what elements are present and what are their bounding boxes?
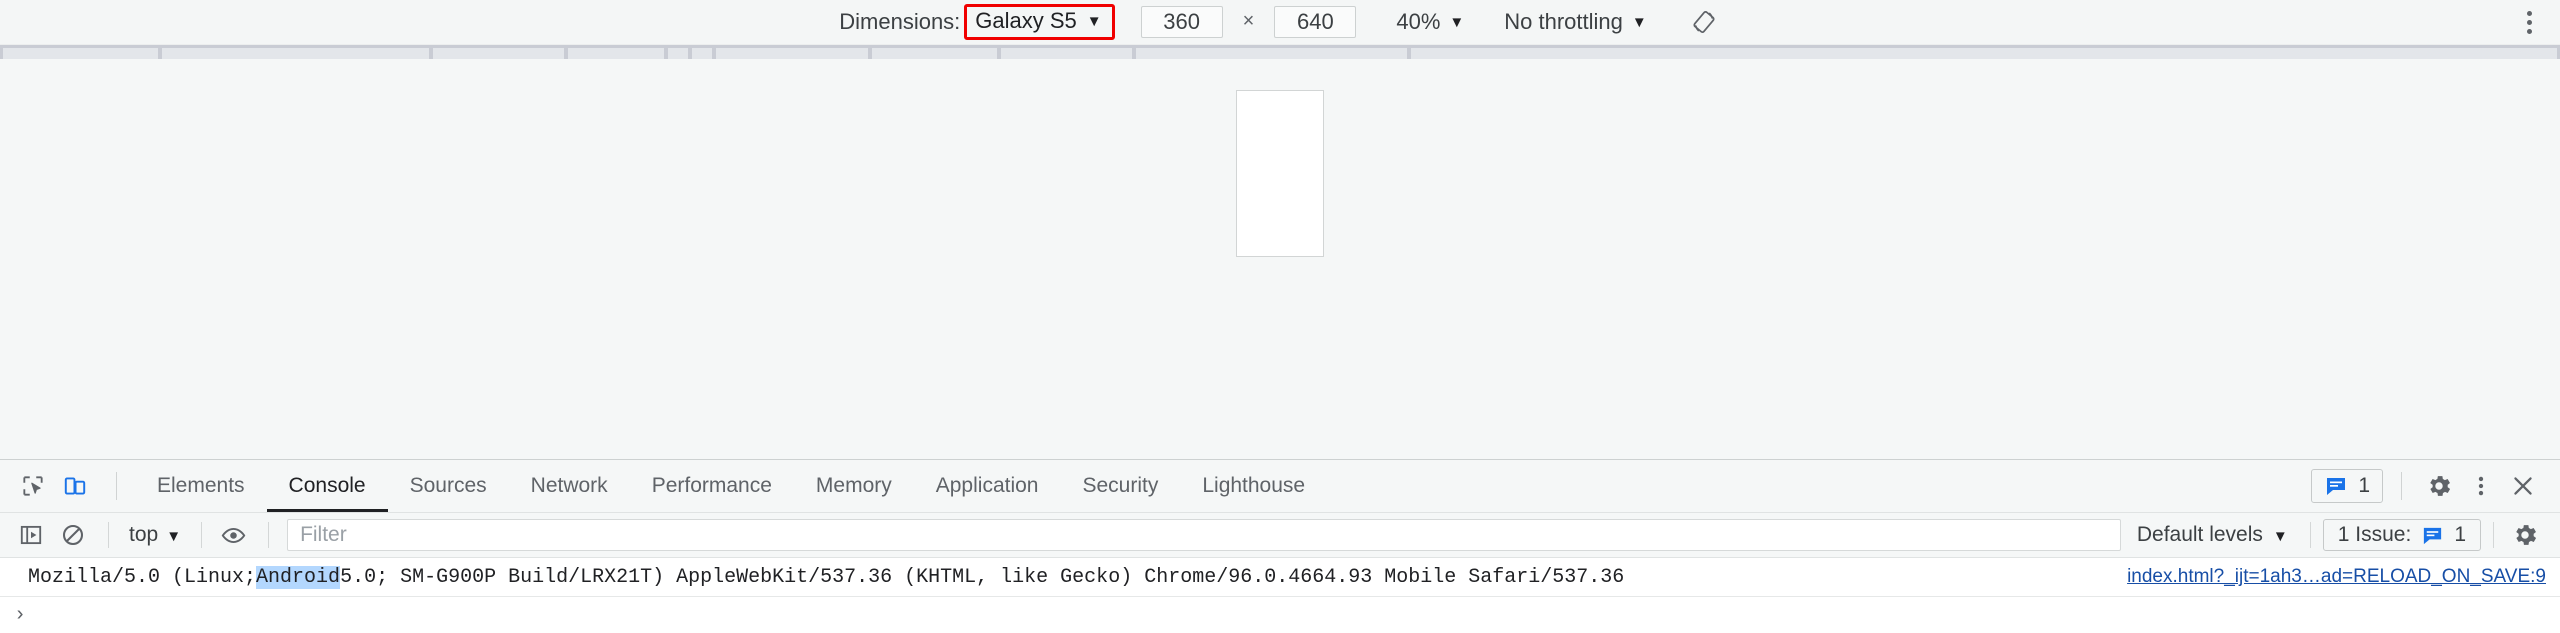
more-vertical-icon	[2526, 19, 2532, 25]
console-prompt[interactable]: ›	[0, 597, 2560, 633]
toggle-device-toolbar-icon[interactable]	[56, 467, 94, 505]
viewport-height-input[interactable]	[1274, 5, 1357, 38]
log-message-suffix: 5.0; SM-G900P Build/LRX21T) AppleWebKit/…	[340, 565, 1625, 589]
ruler-tick-segment	[1136, 48, 1407, 59]
toolbar-divider	[116, 472, 117, 500]
ruler-tick-segment	[716, 48, 868, 59]
inspect-element-icon[interactable]	[14, 467, 52, 505]
tab-label: Lighthouse	[1202, 474, 1306, 497]
devtools-panel: Elements Console Sources Network Perform…	[0, 459, 2560, 633]
close-icon[interactable]	[2504, 467, 2542, 505]
more-vertical-icon[interactable]	[2462, 467, 2500, 505]
log-message-prefix: Mozilla/5.0 (Linux;	[28, 565, 257, 589]
toolbar-divider	[108, 522, 109, 548]
issue-label: 1 Issue:	[2337, 523, 2412, 546]
dimensions-label: Dimensions:	[839, 8, 961, 34]
tab-application[interactable]: Application	[914, 460, 1061, 512]
prompt-caret-icon: ›	[14, 603, 27, 627]
tab-label: Sources	[409, 474, 487, 497]
tab-elements[interactable]: Elements	[135, 460, 267, 512]
gear-icon[interactable]	[2420, 467, 2458, 505]
console-filter-input[interactable]	[287, 519, 2121, 551]
chevron-down-icon: ▼	[166, 527, 182, 545]
tab-console[interactable]: Console	[267, 460, 388, 512]
live-expression-eye-icon[interactable]	[214, 516, 252, 554]
device-toolbar-controls: Dimensions: Galaxy S5 ▼ × 40% ▼ No throt…	[839, 4, 1721, 40]
tab-label: Memory	[815, 474, 892, 497]
tab-network[interactable]: Network	[509, 460, 630, 512]
chevron-down-icon: ▼	[2272, 527, 2288, 545]
tab-performance[interactable]: Performance	[630, 460, 794, 512]
clear-console-icon[interactable]	[54, 516, 92, 554]
devtools-window: Dimensions: Galaxy S5 ▼ × 40% ▼ No throt…	[0, 0, 2560, 633]
tab-lighthouse[interactable]: Lighthouse	[1180, 460, 1327, 512]
console-filter-toolbar: top ▼ Default levels ▼ 1 Issue:	[0, 513, 2560, 558]
issues-count: 1	[2358, 474, 2370, 497]
tab-label: Console	[288, 474, 366, 497]
log-levels-selector[interactable]: Default levels ▼	[2127, 523, 2298, 547]
toolbar-divider	[268, 522, 270, 548]
device-viewport-frame[interactable]	[1236, 90, 1324, 257]
network-throttling-selector[interactable]: No throttling ▼	[1504, 9, 1646, 35]
console-message-list: Mozilla/5.0 (Linux; Android 5.0; SM-G900…	[0, 558, 2560, 633]
toolbar-divider	[2401, 472, 2402, 500]
device-emulation-stage	[0, 59, 2560, 459]
ruler-tick-segment	[162, 48, 429, 59]
device-selector-value: Galaxy S5	[975, 8, 1077, 34]
more-vertical-icon	[2526, 28, 2532, 34]
issues-message-icon	[2324, 474, 2348, 498]
tab-label: Network	[530, 474, 608, 497]
ruler-tick-segment	[692, 48, 712, 59]
rotate-device-icon[interactable]	[1687, 5, 1721, 39]
ruler-tick-segment	[1411, 48, 2557, 59]
issues-counter-button[interactable]: 1 Issue: 1	[2322, 519, 2481, 551]
tab-memory[interactable]: Memory	[794, 460, 914, 512]
tab-label: Elements	[157, 474, 245, 497]
zoom-value: 40%	[1396, 8, 1441, 34]
toolbar-divider	[2493, 522, 2494, 548]
log-levels-value: Default levels	[2136, 523, 2263, 546]
ruler-tick-segment	[872, 48, 997, 59]
log-message-highlight: Android	[256, 565, 341, 589]
gear-icon[interactable]	[2506, 516, 2544, 554]
issues-message-icon	[2421, 524, 2444, 547]
tab-sources[interactable]: Sources	[388, 460, 509, 512]
console-context-selector[interactable]: top ▼	[121, 523, 189, 547]
ruler-tick-segment	[3, 48, 158, 59]
viewport-width-input[interactable]	[1140, 5, 1223, 38]
chevron-down-icon: ▼	[1449, 14, 1465, 32]
tab-label: Performance	[651, 474, 772, 497]
ruler-tick-segment	[1001, 48, 1132, 59]
issues-badge-button[interactable]: 1	[2311, 469, 2383, 503]
console-sidebar-icon[interactable]	[12, 516, 50, 554]
chevron-down-icon: ▼	[1086, 13, 1102, 31]
device-emulation-toolbar: Dimensions: Galaxy S5 ▼ × 40% ▼ No throt…	[0, 0, 2560, 45]
toolbar-divider	[201, 522, 203, 548]
console-message-row[interactable]: Mozilla/5.0 (Linux; Android 5.0; SM-G900…	[0, 558, 2560, 597]
chevron-down-icon: ▼	[1631, 14, 1647, 32]
tabbar-actions: 1	[2311, 467, 2560, 505]
ruler-tick-segment	[668, 48, 688, 59]
context-value: top	[129, 523, 159, 546]
ruler-tick-segment	[568, 48, 664, 59]
tab-label: Security	[1082, 474, 1159, 497]
dimension-multiply-symbol: ×	[1242, 10, 1255, 33]
issue-count: 1	[2454, 523, 2466, 546]
devtools-tabbar: Elements Console Sources Network Perform…	[0, 460, 2560, 513]
ruler-tick-segment	[433, 48, 564, 59]
zoom-selector[interactable]: 40% ▼	[1396, 9, 1464, 35]
more-vertical-icon	[2526, 10, 2532, 16]
viewport-ruler[interactable]	[0, 45, 2560, 59]
tab-label: Application	[935, 474, 1039, 497]
tab-security[interactable]: Security	[1060, 460, 1180, 512]
throttling-value: No throttling	[1504, 8, 1623, 34]
device-toolbar-more-options-button[interactable]	[2514, 7, 2544, 37]
panel-tabs: Elements Console Sources Network Perform…	[135, 460, 1327, 512]
log-source-link[interactable]: index.html?_ijt=1ah3…ad=RELOAD_ON_SAVE:9	[2127, 566, 2546, 588]
device-selector[interactable]: Galaxy S5 ▼	[964, 4, 1115, 40]
toolbar-divider	[2309, 522, 2311, 548]
